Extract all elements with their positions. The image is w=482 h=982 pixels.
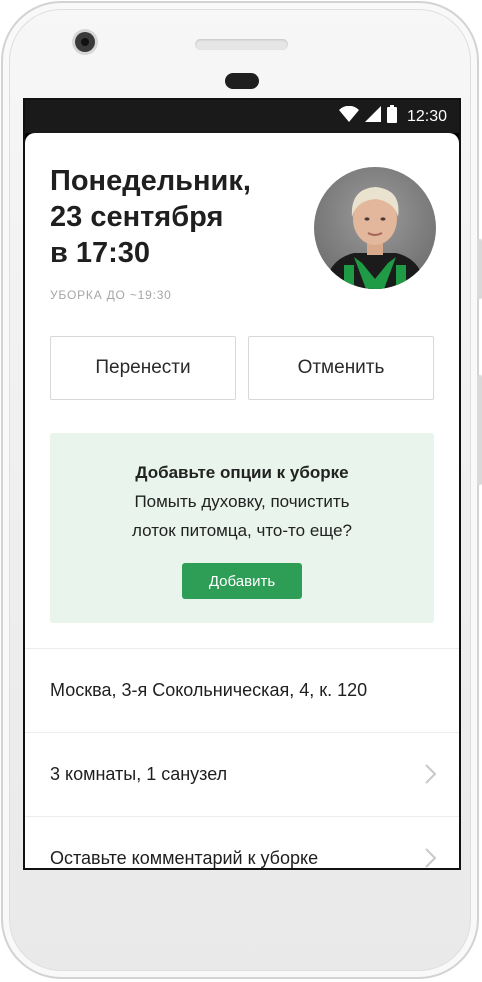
phone-frame: 12:30 Понедельник, 23 сентября в 17:30 У… — [1, 1, 482, 979]
add-options-banner: Добавьте опции к уборке Помыть духовку, … — [50, 433, 434, 623]
status-bar: 12:30 — [25, 100, 459, 133]
power-button — [477, 239, 482, 299]
screen: 12:30 Понедельник, 23 сентября в 17:30 У… — [23, 98, 461, 870]
appointment-date: 23 сентября — [50, 201, 224, 233]
appointment-title: Понедельник, 23 сентября в 17:30 — [50, 163, 310, 271]
comment-row[interactable]: Оставьте комментарий к уборке — [25, 816, 459, 868]
proximity-sensor — [225, 73, 259, 89]
comment-text: Оставьте комментарий к уборке — [50, 848, 319, 868]
battery-icon — [386, 105, 397, 128]
volume-button — [477, 375, 482, 485]
promo-title: Добавьте опции к уборке — [135, 463, 349, 482]
address-row: Москва, 3-я Сокольническая, 4, к. 120 — [25, 648, 459, 732]
chevron-right-icon — [425, 764, 437, 789]
signal-icon — [364, 106, 381, 127]
rooms-text: 3 комнаты, 1 санузел — [50, 764, 228, 784]
appointment-screen: Понедельник, 23 сентября в 17:30 УБОРКА … — [25, 133, 459, 868]
reschedule-button[interactable]: Перенести — [50, 336, 236, 400]
front-camera — [75, 32, 95, 52]
cancel-button[interactable]: Отменить — [248, 336, 434, 400]
rooms-row[interactable]: 3 комнаты, 1 санузел — [25, 732, 459, 816]
appointment-day: Понедельник, — [50, 165, 251, 197]
promo-text-line: лоток питомца, что-то еще? — [132, 521, 352, 540]
earpiece-speaker — [195, 39, 288, 50]
cleaner-avatar[interactable] — [314, 167, 436, 289]
wifi-icon — [338, 105, 359, 127]
promo-text-line: Помыть духовку, почистить — [134, 492, 350, 511]
address-text: Москва, 3-я Сокольническая, 4, к. 120 — [50, 680, 368, 700]
status-time: 12:30 — [406, 107, 447, 125]
chevron-right-icon — [425, 848, 437, 868]
cleaning-until-label: УБОРКА ДО ~19:30 — [50, 288, 172, 302]
appointment-time: в 17:30 — [50, 237, 151, 269]
add-options-button[interactable]: Добавить — [182, 563, 302, 599]
